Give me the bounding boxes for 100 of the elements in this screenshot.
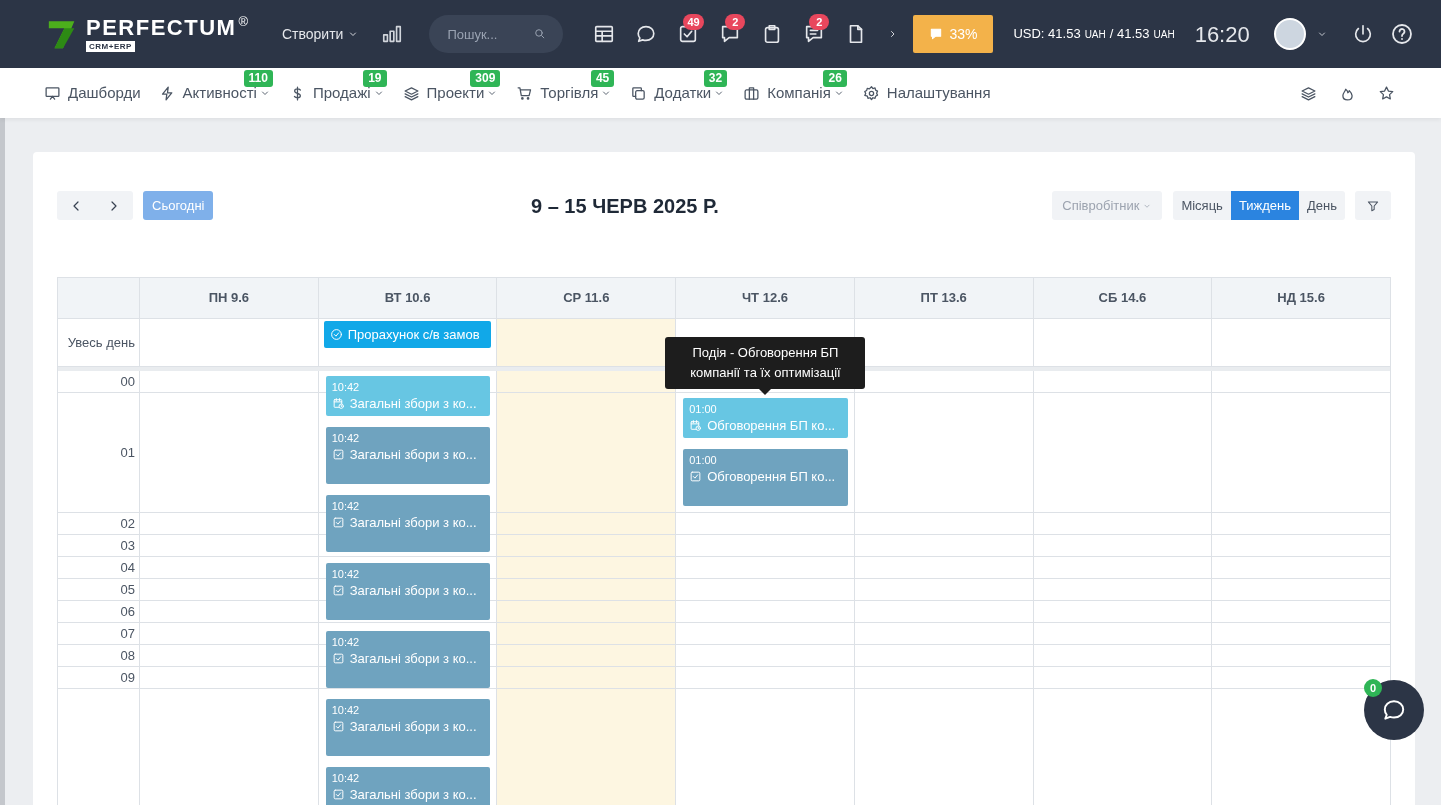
event-time: 10:42: [331, 500, 361, 513]
layers-icon: [1300, 84, 1317, 102]
day-header: ЧТ 12.6: [742, 289, 788, 308]
event-title: Обговорення БП ко...: [707, 468, 836, 485]
nav-item[interactable]: Дашборди: [44, 81, 141, 105]
count-badge: 32: [703, 70, 728, 87]
currency-unit: UAH: [1084, 28, 1106, 43]
table-button[interactable]: [593, 23, 616, 45]
count-badge: 309: [470, 70, 501, 87]
nav-item[interactable]: Налаштування: [862, 81, 991, 105]
event-time: 10:42: [331, 636, 361, 649]
help-button[interactable]: [1389, 22, 1414, 46]
briefcase-icon: [743, 84, 761, 102]
hour-label: 01: [120, 443, 135, 462]
filter-icon: [1366, 198, 1380, 213]
day-header: СБ 14.6: [1098, 289, 1147, 308]
hour-label: 09: [120, 668, 135, 687]
checkbox-icon: [331, 584, 345, 597]
event-title: Загальні збори з ко...: [349, 582, 477, 599]
all-day-label: Увесь день: [67, 333, 135, 352]
calendar-event[interactable]: 01:00 Обговорення БП ко...: [683, 449, 848, 506]
view-tab[interactable]: Місяць: [1173, 191, 1231, 220]
chat-icon: [1381, 697, 1407, 723]
calendar-event[interactable]: 10:42 Загальні збори з ко...: [325, 699, 491, 756]
favorites-button[interactable]: [1378, 84, 1395, 102]
employee-filter[interactable]: Співробітник: [1052, 191, 1163, 220]
create-menu[interactable]: Створити: [282, 23, 360, 45]
count-badge: 19: [363, 70, 387, 87]
hour-label: 03: [120, 536, 135, 555]
check-circle-icon: [329, 328, 343, 341]
event-title: Загальні збори з ко...: [349, 395, 477, 412]
avatar[interactable]: [1273, 18, 1306, 50]
day-header: ПН 9.6: [208, 289, 250, 308]
notification-badge: 2: [725, 14, 746, 30]
checkbox-icon: [331, 652, 345, 665]
calendar-event[interactable]: 01:00 Обговорення БП ко...: [683, 398, 848, 438]
day-header: ВТ 10.6: [384, 289, 431, 308]
filter-button[interactable]: [1355, 191, 1391, 220]
layers-icon: [402, 84, 420, 102]
clock: 16:20: [1194, 20, 1250, 49]
checkbox-icon: [331, 788, 345, 801]
count-badge: 26: [823, 70, 847, 87]
hour-label: 02: [120, 514, 135, 533]
brand-subtitle: CRM+ERP: [86, 41, 135, 52]
message-button[interactable]: 2: [719, 14, 748, 45]
notification-badge: 2: [809, 14, 830, 30]
event-time: 01:00: [689, 403, 718, 416]
monitor-icon: [44, 84, 61, 102]
search-field[interactable]: Пошук...: [429, 15, 564, 53]
gear-icon: [862, 84, 880, 102]
calendar-event[interactable]: 10:42 Загальні збори з ко...: [325, 767, 491, 805]
calendar-event[interactable]: 10:42 Загальні збори з ко...: [325, 427, 491, 484]
help-icon: [1389, 22, 1414, 46]
view-tab[interactable]: День: [1299, 191, 1345, 220]
checkbox-icon: [331, 720, 345, 733]
star-icon: [1378, 84, 1395, 102]
bar-chart-icon: [381, 23, 404, 45]
checkbox-icon: [689, 470, 703, 483]
search-icon: [533, 27, 547, 40]
hour-label: 04: [120, 558, 135, 577]
currency-unit: UAH: [1153, 28, 1175, 43]
checkbox-icon: [331, 516, 345, 529]
layers-button[interactable]: [1300, 84, 1317, 102]
count-badge: 45: [590, 70, 615, 87]
hour-label: 07: [120, 624, 135, 643]
message-icon: [929, 27, 944, 41]
event-title: Загальні збори з ко...: [349, 514, 477, 531]
event-title: Загальні збори з ко...: [349, 650, 477, 667]
message-lines-button[interactable]: 2: [803, 14, 832, 45]
hour-label: 05: [120, 580, 135, 599]
event-time: 10:42: [331, 772, 361, 785]
day-header: НД 15.6: [1277, 289, 1325, 308]
view-tab[interactable]: Тиждень: [1230, 191, 1299, 220]
calendar-event[interactable]: 10:42 Загальні збори з ко...: [325, 495, 491, 552]
event-title: Загальні збори з ко...: [349, 446, 477, 463]
tooltip: Подія - Обговорення БП компанії та їх оптимізації: [665, 337, 866, 389]
checkbox-button[interactable]: 49: [677, 14, 706, 45]
calendar-event[interactable]: 10:42 Загальні збори з ко...: [325, 563, 491, 620]
registered-mark: ®: [238, 16, 248, 28]
day-header: СР 11.6: [563, 289, 610, 308]
chat-icon: [635, 23, 658, 45]
brand-name: PERFECTUM: [86, 16, 237, 40]
calendar-event[interactable]: 10:42 Загальні збори з ко...: [325, 631, 491, 688]
currency-amount: / 41.53: [1109, 25, 1150, 44]
hour-label: 00: [120, 372, 135, 391]
event-time: 10:42: [331, 381, 361, 394]
table-icon: [593, 23, 616, 45]
copy-icon: [630, 84, 648, 102]
today-button[interactable]: Сьогодні: [143, 191, 214, 220]
calendar-title: 9 – 15 ЧЕРВ 2025 Р.: [531, 193, 719, 219]
event-title: Загальні збори з ко...: [349, 786, 477, 803]
all-day-event[interactable]: Прорахунок с/в замов: [323, 321, 492, 348]
stats-button[interactable]: [381, 23, 404, 45]
event-time: 01:00: [689, 454, 718, 467]
calendar-event[interactable]: 10:42 Загальні збори з ко...: [325, 376, 491, 416]
chat-button[interactable]: [635, 23, 658, 45]
day-header: ПТ 13.6: [920, 289, 967, 308]
hour-label: 08: [120, 646, 135, 665]
notification-badge: 49: [683, 14, 704, 30]
calendar-clock-icon: [331, 397, 345, 410]
